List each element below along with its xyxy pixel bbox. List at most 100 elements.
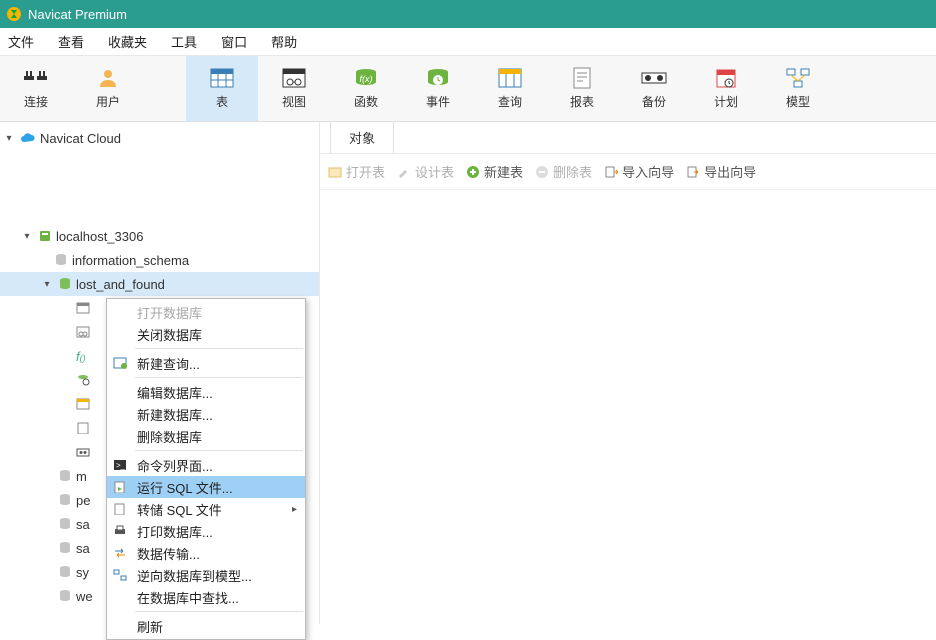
action-label: 导入向导: [622, 162, 674, 181]
database-label: we: [76, 589, 93, 604]
separator: [135, 450, 303, 451]
function-icon: f(x): [352, 67, 380, 89]
menu-file[interactable]: 文件: [8, 32, 34, 51]
menu-tools[interactable]: 工具: [171, 32, 197, 51]
view-small-icon: [76, 326, 90, 338]
tool-label: 查询: [498, 93, 522, 110]
cylinder-icon: [58, 541, 72, 555]
model-icon: [784, 67, 812, 89]
tool-label: 视图: [282, 93, 306, 110]
table-icon: [208, 67, 236, 89]
cylinder-icon: [54, 253, 68, 267]
connection-row[interactable]: ▾ localhost_3306: [0, 224, 319, 248]
connection-label: localhost_3306: [56, 229, 143, 244]
action-label: 设计表: [415, 162, 454, 181]
tool-function[interactable]: f(x) 函数: [330, 56, 402, 121]
title-bar: Navicat Premium: [0, 0, 936, 28]
clock-small-icon: [76, 374, 90, 386]
cylinder-icon: [58, 589, 72, 603]
action-label: 新建表: [484, 162, 523, 181]
separator: [135, 611, 303, 612]
query-icon: [113, 357, 131, 369]
action-label: 删除表: [553, 162, 592, 181]
import-icon: [604, 165, 618, 179]
ctx-edit-database[interactable]: 编辑数据库...: [107, 381, 305, 403]
ctx-new-query[interactable]: 新建查询...: [107, 352, 305, 374]
action-design-table[interactable]: 设计表: [395, 160, 456, 183]
tool-label: 用户: [96, 93, 120, 110]
menu-help[interactable]: 帮助: [271, 32, 297, 51]
action-import[interactable]: 导入向导: [602, 160, 676, 183]
ctx-run-sql-file[interactable]: 运行 SQL 文件...: [107, 476, 305, 498]
separator: [135, 377, 303, 378]
ctx-refresh[interactable]: 刷新: [107, 615, 305, 637]
tool-user[interactable]: 用户: [72, 56, 144, 121]
view-icon: [280, 67, 308, 89]
ctx-cli[interactable]: >_命令列界面...: [107, 454, 305, 476]
cylinder-icon: [58, 277, 72, 291]
user-icon: [94, 67, 122, 89]
ctx-find-in-database[interactable]: 在数据库中查找...: [107, 586, 305, 608]
action-delete-table[interactable]: 删除表: [533, 160, 594, 183]
tool-event[interactable]: 事件: [402, 56, 474, 121]
app-logo-icon: [6, 6, 22, 22]
tool-report[interactable]: 报表: [546, 56, 618, 121]
tab-objects[interactable]: 对象: [330, 121, 394, 153]
action-label: 导出向导: [704, 162, 756, 181]
terminal-icon: >_: [113, 459, 131, 471]
run-sql-icon: [113, 481, 131, 493]
cylinder-icon: [58, 565, 72, 579]
tool-schedule[interactable]: 计划: [690, 56, 762, 121]
tool-backup[interactable]: 备份: [618, 56, 690, 121]
ctx-print-database[interactable]: 打印数据库...: [107, 520, 305, 542]
tool-table[interactable]: 表: [186, 56, 258, 121]
tool-label: 报表: [570, 93, 594, 110]
database-label: sy: [76, 565, 89, 580]
ctx-open-database[interactable]: 打开数据库: [107, 301, 305, 323]
plug-icon: [22, 67, 50, 89]
database-row-selected[interactable]: ▾ lost_and_found: [0, 272, 319, 296]
tool-label: 函数: [354, 93, 378, 110]
printer-icon: [113, 525, 131, 537]
database-label: lost_and_found: [76, 277, 165, 292]
model-small-icon: [113, 569, 131, 581]
toolbar: 连接 用户 表 视图 f(x) 函数 事件 查询 报表 备份 计划 模型: [0, 56, 936, 122]
menu-favorites[interactable]: 收藏夹: [108, 32, 147, 51]
chevron-right-icon: ▸: [292, 504, 297, 515]
chevron-down-icon: ▾: [2, 133, 16, 144]
ctx-delete-database[interactable]: 删除数据库: [107, 425, 305, 447]
menu-bar: 文件 查看 收藏夹 工具 窗口 帮助: [0, 28, 936, 56]
tool-label: 计划: [714, 93, 738, 110]
export-icon: [686, 165, 700, 179]
separator: [135, 348, 303, 349]
cloud-icon: [20, 132, 36, 144]
cloud-row[interactable]: ▾ Navicat Cloud: [0, 126, 319, 150]
cylinder-icon: [58, 493, 72, 507]
dump-sql-icon: [113, 503, 131, 515]
ctx-data-transfer[interactable]: 数据传输...: [107, 542, 305, 564]
tool-label: 连接: [24, 93, 48, 110]
tool-query[interactable]: 查询: [474, 56, 546, 121]
tool-view[interactable]: 视图: [258, 56, 330, 121]
action-new-table[interactable]: 新建表: [464, 160, 525, 183]
database-label: information_schema: [72, 253, 189, 268]
chevron-down-icon: ▾: [20, 231, 34, 242]
ctx-reverse-to-model[interactable]: 逆向数据库到模型...: [107, 564, 305, 586]
action-open-table[interactable]: 打开表: [326, 160, 387, 183]
window-title: Navicat Premium: [28, 7, 127, 22]
menu-window[interactable]: 窗口: [221, 32, 247, 51]
tool-connect[interactable]: 连接: [0, 56, 72, 121]
database-row[interactable]: information_schema: [0, 248, 319, 272]
action-export[interactable]: 导出向导: [684, 160, 758, 183]
ctx-close-database[interactable]: 关闭数据库: [107, 323, 305, 345]
menu-view[interactable]: 查看: [58, 32, 84, 51]
report-icon: [568, 67, 596, 89]
tape-icon: [76, 446, 90, 458]
ctx-new-database[interactable]: 新建数据库...: [107, 403, 305, 425]
database-label: sa: [76, 541, 90, 556]
cylinder-icon: [58, 469, 72, 483]
backup-icon: [640, 67, 668, 89]
tool-label: 模型: [786, 93, 810, 110]
ctx-dump-sql-file[interactable]: 转储 SQL 文件▸: [107, 498, 305, 520]
tool-model[interactable]: 模型: [762, 56, 834, 121]
